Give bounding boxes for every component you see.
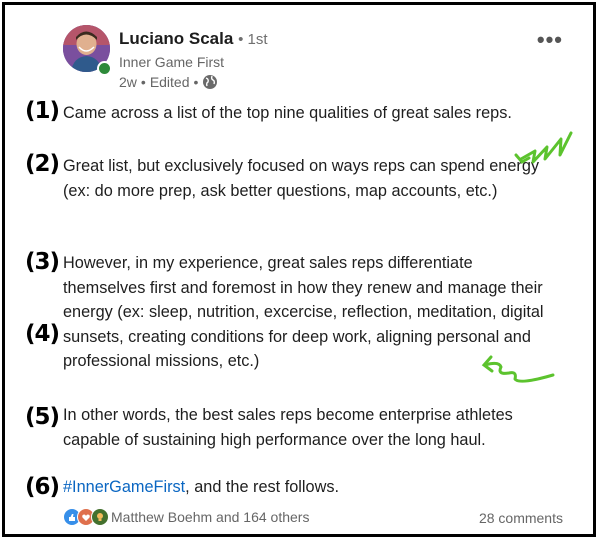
post-age: 2w	[119, 74, 137, 90]
post-header: Luciano Scala • 1st Inner Game First 2w …	[63, 25, 563, 95]
handwritten-marker-6: (6)	[25, 474, 60, 500]
insightful-reaction-icon	[91, 508, 109, 526]
squiggle-arrow-icon	[481, 355, 555, 383]
connection-degree: 1st	[247, 31, 268, 48]
author-line: Luciano Scala • 1st	[119, 29, 268, 49]
reaction-icons[interactable]	[63, 508, 109, 526]
reactions-count[interactable]: Matthew Boehm and 164 others	[111, 509, 309, 525]
paragraph-6-text: , and the rest follows.	[185, 478, 340, 496]
handwritten-marker-5: (5)	[25, 404, 60, 430]
post-paragraph-1: Came across a list of the top nine quali…	[63, 104, 512, 122]
squiggle-arrow-icon	[514, 131, 573, 164]
handwritten-marker-3: (3)	[25, 249, 60, 275]
hashtag-link[interactable]: #InnerGameFirst	[63, 478, 185, 496]
post-meta: 2w • Edited •	[119, 74, 218, 90]
post-paragraph-2: Great list, but exclusively focused on w…	[63, 157, 540, 200]
globe-icon	[202, 74, 218, 90]
online-status-dot	[97, 61, 112, 76]
more-options-icon[interactable]: •••	[537, 27, 563, 53]
handwritten-marker-1: (1)	[25, 98, 60, 124]
author-company: Inner Game First	[119, 54, 225, 70]
handwritten-marker-2: (2)	[25, 151, 60, 177]
comments-count[interactable]: 28 comments	[479, 510, 563, 526]
post-paragraph-6: #InnerGameFirst, and the rest follows.	[63, 475, 563, 500]
post-footer: Matthew Boehm and 164 others 28 comments	[63, 507, 563, 529]
edited-label: Edited	[149, 74, 190, 90]
meta-separator: •	[140, 74, 146, 90]
author-name[interactable]: Luciano Scala	[119, 29, 233, 48]
handwritten-marker-4: (4)	[25, 321, 60, 347]
post-paragraph-5: In other words, the best sales reps beco…	[63, 406, 513, 449]
post-card: Luciano Scala • 1st Inner Game First 2w …	[2, 2, 596, 537]
meta-separator: •	[193, 74, 199, 90]
